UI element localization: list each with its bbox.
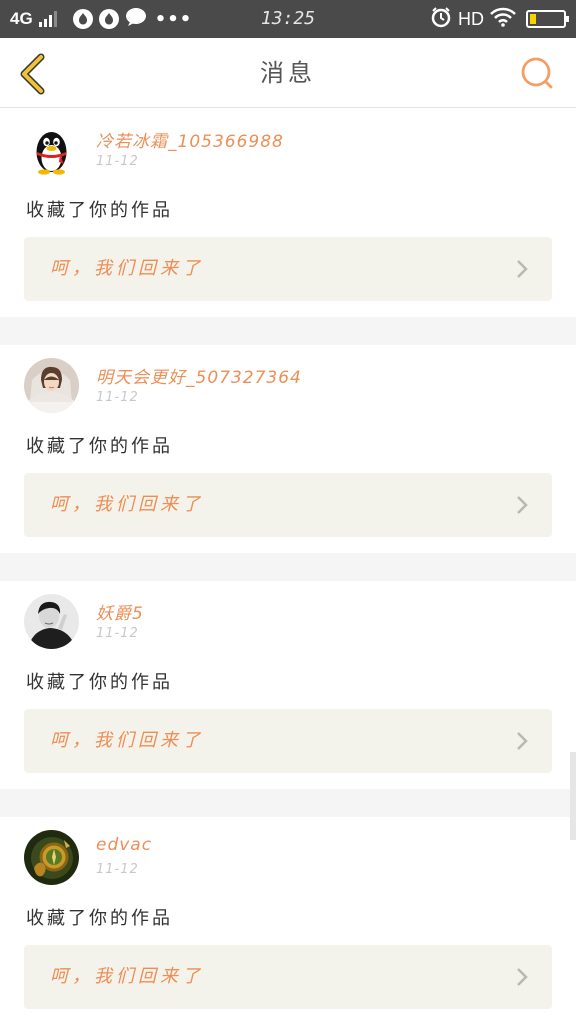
message-text: 收藏了你的作品 xyxy=(26,436,173,457)
work-title: 呵，我们回来了 xyxy=(50,258,204,279)
work-link[interactable]: 呵，我们回来了 xyxy=(24,945,552,1009)
section-divider xyxy=(0,789,576,817)
message-item: edvac 11-12 收藏了你的作品 呵，我们回来了 xyxy=(0,817,576,1024)
wifi-icon xyxy=(490,7,516,31)
qq-penguin-icon xyxy=(24,122,79,177)
message-text: 收藏了你的作品 xyxy=(26,672,173,693)
chevron-right-icon xyxy=(517,732,528,750)
work-link[interactable]: 呵，我们回来了 xyxy=(24,473,552,537)
message-text: 收藏了你的作品 xyxy=(26,908,173,929)
message-item: 妖爵5 11-12 收藏了你的作品 呵，我们回来了 xyxy=(0,581,576,789)
section-divider xyxy=(0,317,576,345)
user-name[interactable]: edvac xyxy=(96,835,152,855)
message-item: 冷若冰霜_105366988 11-12 收藏了你的作品 呵，我们回来了 xyxy=(0,109,576,317)
status-bar: 4G ••• 13:25 HD xyxy=(0,0,576,38)
chevron-right-icon xyxy=(517,260,528,278)
user-name[interactable]: 冷若冰霜_105366988 xyxy=(96,127,284,152)
portrait-photo-icon xyxy=(24,594,79,649)
search-button[interactable] xyxy=(520,56,554,90)
work-title: 呵，我们回来了 xyxy=(50,966,204,987)
user-avatar[interactable] xyxy=(24,358,79,413)
section-divider xyxy=(0,553,576,581)
chevron-right-icon xyxy=(517,968,528,986)
user-name[interactable]: 明天会更好_507327364 xyxy=(96,363,302,388)
battery-icon xyxy=(526,10,569,28)
chevron-right-icon xyxy=(517,496,528,514)
alarm-icon xyxy=(430,6,452,32)
message-list[interactable]: 冷若冰霜_105366988 11-12 收藏了你的作品 呵，我们回来了 明天会… xyxy=(0,109,576,1024)
message-text: 收藏了你的作品 xyxy=(26,200,173,221)
search-icon xyxy=(521,57,553,89)
message-item: 明天会更好_507327364 11-12 收藏了你的作品 呵，我们回来了 xyxy=(0,345,576,553)
user-avatar[interactable] xyxy=(24,830,79,885)
user-name[interactable]: 妖爵5 xyxy=(96,599,144,624)
message-date: 11-12 xyxy=(96,154,139,169)
scrollbar[interactable] xyxy=(570,752,576,840)
work-title: 呵，我们回来了 xyxy=(50,730,204,751)
work-title: 呵，我们回来了 xyxy=(50,494,204,515)
work-link[interactable]: 呵，我们回来了 xyxy=(24,237,552,301)
page-title: 消息 xyxy=(260,59,316,87)
message-date: 11-12 xyxy=(96,390,139,405)
message-date: 11-12 xyxy=(96,862,139,877)
status-right: HD xyxy=(430,0,569,38)
work-link[interactable]: 呵，我们回来了 xyxy=(24,709,552,773)
bride-photo-icon xyxy=(24,358,79,413)
gold-compass-icon xyxy=(24,830,79,885)
user-avatar[interactable] xyxy=(24,594,79,649)
message-date: 11-12 xyxy=(96,626,139,641)
user-avatar[interactable] xyxy=(24,122,79,177)
hd-indicator: HD xyxy=(458,8,484,29)
header-bar: 消息 xyxy=(0,38,576,108)
